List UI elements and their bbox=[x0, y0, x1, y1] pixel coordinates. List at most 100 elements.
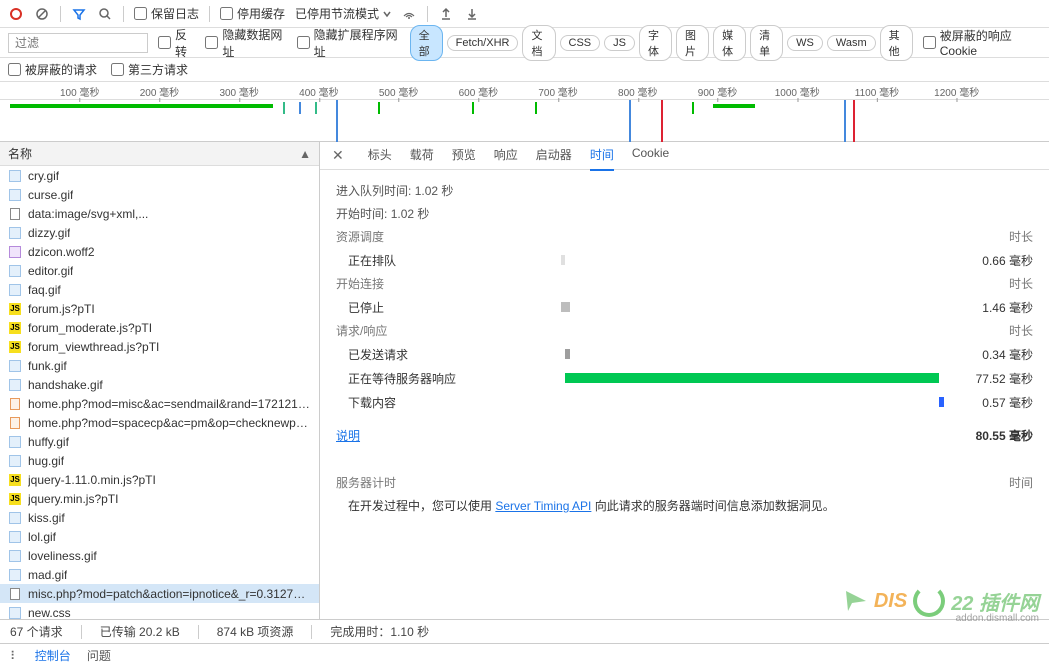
request-row[interactable]: home.php?mod=misc&ac=sendmail&rand=17212… bbox=[0, 394, 319, 413]
request-row[interactable]: kiss.gif bbox=[0, 508, 319, 527]
hide-ext-urls-checkbox[interactable]: 隐藏扩展程序网址 bbox=[297, 26, 400, 60]
request-row[interactable]: editor.gif bbox=[0, 261, 319, 280]
filter-chip-css[interactable]: CSS bbox=[560, 35, 601, 51]
detail-tab-5[interactable]: 时间 bbox=[590, 142, 614, 171]
request-panel: 名称 ▲ cry.gifcurse.gifdata:image/svg+xml,… bbox=[0, 142, 320, 619]
server-timing-header: 服务器计时 时间 bbox=[336, 474, 1033, 491]
filter-chip-字体[interactable]: 字体 bbox=[639, 25, 672, 61]
request-list[interactable]: cry.gifcurse.gifdata:image/svg+xml,...di… bbox=[0, 166, 319, 619]
request-row[interactable]: JS forum.js?pTI bbox=[0, 299, 319, 318]
timing-body: 进入队列时间: 1.02 秒 开始时间: 1.02 秒 资源调度时长正在排队0.… bbox=[320, 170, 1049, 619]
timing-bar bbox=[561, 255, 566, 265]
request-row[interactable]: faq.gif bbox=[0, 280, 319, 299]
request-row[interactable]: lol.gif bbox=[0, 527, 319, 546]
request-row[interactable]: misc.php?mod=patch&action=ipnotice&_r=0.… bbox=[0, 584, 319, 603]
request-row[interactable]: data:image/svg+xml,... bbox=[0, 204, 319, 223]
third-party-label: 第三方请求 bbox=[128, 61, 188, 78]
request-row[interactable]: curse.gif bbox=[0, 185, 319, 204]
download-icon[interactable] bbox=[464, 6, 480, 22]
filter-chip-图片[interactable]: 图片 bbox=[676, 25, 709, 61]
image-icon bbox=[8, 530, 22, 544]
record-icon[interactable] bbox=[8, 6, 24, 22]
request-name: loveliness.gif bbox=[28, 549, 97, 563]
request-row[interactable]: JSjquery-1.11.0.min.js?pTI bbox=[0, 470, 319, 489]
request-row[interactable]: hug.gif bbox=[0, 451, 319, 470]
upload-icon[interactable] bbox=[438, 6, 454, 22]
server-timing-api-link[interactable]: Server Timing API bbox=[495, 499, 591, 513]
search-icon[interactable] bbox=[97, 6, 113, 22]
timing-row: 正在排队0.66 毫秒 bbox=[336, 251, 1033, 269]
status-request-count: 67 个请求 bbox=[10, 623, 63, 640]
request-row[interactable]: JSforum_viewthread.js?pTI bbox=[0, 337, 319, 356]
third-party-checkbox[interactable]: 第三方请求 bbox=[111, 61, 188, 78]
filter-chip-媒体[interactable]: 媒体 bbox=[713, 25, 746, 61]
drawer-toggle-icon[interactable]: ⠇ bbox=[10, 649, 19, 663]
clear-icon[interactable] bbox=[34, 6, 50, 22]
explanation-link[interactable]: 说明 bbox=[336, 427, 360, 444]
request-row[interactable]: home.php?mod=spacecp&ac=pm&op=checknewpm… bbox=[0, 413, 319, 432]
secondary-filter-row: 被屏蔽的请求 第三方请求 bbox=[0, 58, 1049, 82]
hide-data-urls-checkbox[interactable]: 隐藏数据网址 bbox=[205, 26, 286, 60]
blocked-cookie-checkbox[interactable]: 被屏蔽的响应 Cookie bbox=[923, 27, 1041, 58]
request-row[interactable]: JSforum_moderate.js?pTI bbox=[0, 318, 319, 337]
request-name: funk.gif bbox=[28, 359, 67, 373]
request-row[interactable]: handshake.gif bbox=[0, 375, 319, 394]
blocked-requests-checkbox[interactable]: 被屏蔽的请求 bbox=[8, 61, 97, 78]
filter-chip-js[interactable]: JS bbox=[604, 35, 635, 51]
timeline-canvas bbox=[0, 100, 1049, 142]
timing-value: 77.52 毫秒 bbox=[953, 370, 1033, 387]
detail-tab-4[interactable]: 启动器 bbox=[536, 142, 572, 171]
invert-checkbox[interactable]: 反转 bbox=[158, 26, 195, 60]
detail-tab-1[interactable]: 载荷 bbox=[410, 142, 434, 171]
detail-tab-6[interactable]: Cookie bbox=[632, 142, 669, 171]
preserve-log-label: 保留日志 bbox=[151, 5, 199, 22]
timing-section-header: 开始连接时长 bbox=[336, 275, 1033, 292]
image-icon bbox=[8, 188, 22, 202]
detail-tab-0[interactable]: 标头 bbox=[368, 142, 392, 171]
document-icon bbox=[8, 587, 22, 601]
request-row[interactable]: dizzy.gif bbox=[0, 223, 319, 242]
filter-chip-wasm[interactable]: Wasm bbox=[827, 35, 876, 51]
request-row[interactable]: JSjquery.min.js?pTI bbox=[0, 489, 319, 508]
request-name: home.php?mod=spacecp&ac=pm&op=checknewpm… bbox=[28, 416, 311, 430]
request-row[interactable]: cry.gif bbox=[0, 166, 319, 185]
console-tab[interactable]: 控制台 bbox=[35, 647, 71, 664]
filter-chip-其他[interactable]: 其他 bbox=[880, 25, 913, 61]
filter-chip-清单[interactable]: 清单 bbox=[750, 25, 783, 61]
request-name: dzicon.woff2 bbox=[28, 245, 95, 259]
main-area: 名称 ▲ cry.gifcurse.gifdata:image/svg+xml,… bbox=[0, 142, 1049, 619]
invert-label: 反转 bbox=[175, 26, 195, 60]
throttling-dropdown[interactable]: 已停用节流模式 bbox=[295, 5, 391, 22]
filter-icon[interactable] bbox=[71, 6, 87, 22]
preserve-log-checkbox[interactable]: 保留日志 bbox=[134, 5, 199, 22]
network-timeline[interactable]: 100 毫秒200 毫秒300 毫秒400 毫秒500 毫秒600 毫秒700 … bbox=[0, 82, 1049, 142]
filter-chip-全部[interactable]: 全部 bbox=[410, 25, 443, 61]
request-name: forum_moderate.js?pTI bbox=[28, 321, 152, 335]
detail-tab-3[interactable]: 响应 bbox=[494, 142, 518, 171]
disable-cache-checkbox[interactable]: 停用缓存 bbox=[220, 5, 285, 22]
filter-chip-fetch/xhr[interactable]: Fetch/XHR bbox=[447, 35, 519, 51]
timing-row: 正在等待服务器响应77.52 毫秒 bbox=[336, 369, 1033, 387]
filter-chip-ws[interactable]: WS bbox=[787, 35, 823, 51]
request-row[interactable]: huffy.gif bbox=[0, 432, 319, 451]
detail-tab-2[interactable]: 预览 bbox=[452, 142, 476, 171]
request-row[interactable]: mad.gif bbox=[0, 565, 319, 584]
request-row[interactable]: new.css bbox=[0, 603, 319, 619]
request-row[interactable]: dzicon.woff2 bbox=[0, 242, 319, 261]
close-icon[interactable]: ✕ bbox=[332, 147, 344, 164]
script-icon: JS bbox=[8, 302, 22, 316]
request-name: forum.js?pTI bbox=[28, 302, 95, 316]
request-list-header[interactable]: 名称 ▲ bbox=[0, 142, 319, 166]
request-row[interactable]: funk.gif bbox=[0, 356, 319, 375]
timeline-tick: 1200 毫秒 bbox=[934, 84, 979, 99]
timing-bar bbox=[565, 349, 570, 359]
timeline-tick: 200 毫秒 bbox=[140, 84, 179, 99]
timing-value: 0.34 毫秒 bbox=[953, 346, 1033, 363]
filter-chip-文档[interactable]: 文档 bbox=[522, 25, 555, 61]
issues-tab[interactable]: 问题 bbox=[87, 647, 111, 664]
divider bbox=[427, 6, 428, 22]
request-row[interactable]: loveliness.gif bbox=[0, 546, 319, 565]
wifi-icon[interactable] bbox=[401, 6, 417, 22]
disable-cache-label: 停用缓存 bbox=[237, 5, 285, 22]
filter-input[interactable] bbox=[8, 33, 148, 53]
